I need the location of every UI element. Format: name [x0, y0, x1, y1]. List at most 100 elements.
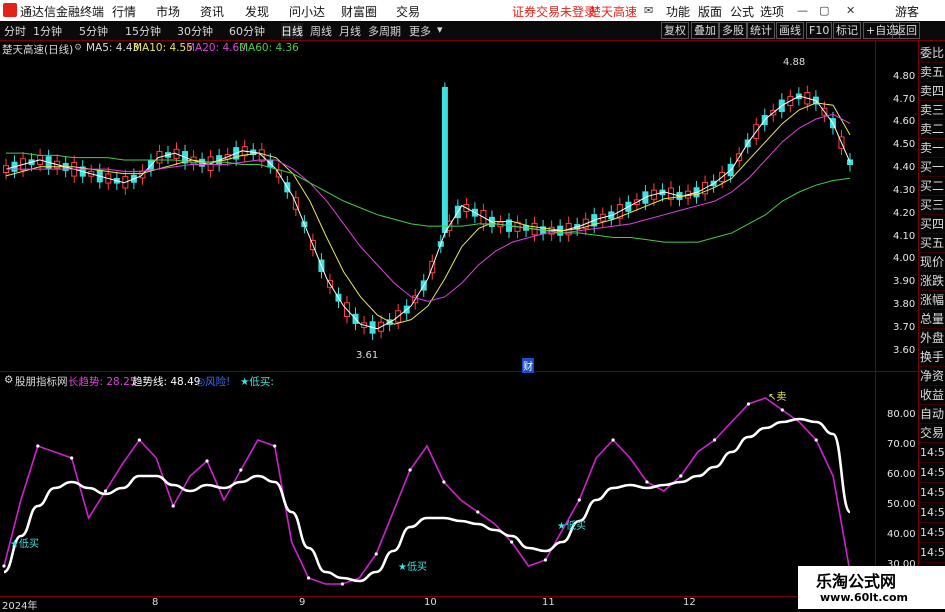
side-tab-16[interactable]: 换手 [919, 349, 945, 367]
long-trend-point [239, 468, 243, 472]
period-tab-30min[interactable]: 30分钟 [177, 23, 213, 39]
price-tick-label: 3.90 [893, 276, 916, 288]
watermark-title: 乐淘公式网 [816, 572, 897, 591]
side-tab-1[interactable]: 卖五 [919, 64, 945, 82]
price-tick-label: 4.60 [893, 116, 916, 128]
long-trend-point [2, 564, 6, 568]
ma20-line [6, 113, 851, 302]
price-tick-label: 4.80 [893, 70, 916, 82]
menu-formula[interactable]: 公式 [730, 3, 754, 20]
period-tab-5min[interactable]: 5分钟 [79, 23, 108, 39]
draw-button[interactable]: 画线 [776, 22, 804, 39]
user-label[interactable]: 游客 [895, 3, 919, 20]
side-tab-13[interactable]: 涨幅 [919, 292, 945, 310]
side-tab-12[interactable]: 涨跌 [919, 273, 945, 291]
period-tab-1min[interactable]: 1分钟 [33, 23, 62, 39]
menu-options[interactable]: 选项 [760, 3, 784, 20]
long-trend-point [408, 468, 412, 472]
long-trend-point [374, 552, 378, 556]
overlay-button[interactable]: 叠加 [691, 22, 719, 39]
side-tab-10[interactable]: 买五 [919, 235, 945, 253]
f10-button[interactable]: F10 [806, 22, 833, 39]
message-icon[interactable]: ✉ [644, 4, 653, 17]
restore-icon[interactable]: ▢ [819, 4, 829, 17]
menu-layout[interactable]: 版面 [698, 3, 722, 20]
period-tab-monthly[interactable]: 月线 [339, 23, 361, 39]
long-trend-point [442, 480, 446, 484]
date-label-oct: 10 [424, 597, 437, 608]
menu-discover[interactable]: 发现 [245, 3, 269, 20]
date-axis-line [0, 596, 919, 597]
side-tab-3[interactable]: 卖三 [919, 102, 945, 120]
side-tab-9[interactable]: 买四 [919, 216, 945, 234]
menu-wealth-circle[interactable]: 财富圈 [341, 3, 377, 20]
mark-button[interactable]: 标记 [833, 22, 861, 39]
menu-assistant[interactable]: 问小达 [289, 3, 325, 20]
long-trend-point [510, 540, 514, 544]
period-tab-intraday[interactable]: 分时 [4, 23, 26, 39]
stats-button[interactable]: 统计 [747, 22, 775, 39]
trade-status[interactable]: 证券交易未登录 [512, 3, 596, 20]
ma10-line [5, 102, 851, 325]
side-tab-18[interactable]: 收益 [919, 387, 945, 405]
stock-name-top: 楚天高速 [589, 5, 638, 19]
indicator-chart[interactable] [0, 386, 875, 596]
period-tab-multi[interactable]: 多周期 [368, 23, 401, 39]
low-buy-label-1: ★低买 [10, 539, 39, 550]
indicator-settings-icon[interactable]: ⚙ [4, 374, 13, 386]
back-button[interactable]: 返回 [892, 22, 920, 39]
menu-function[interactable]: 功能 [666, 3, 690, 20]
long-trend-point [171, 504, 175, 508]
period-tab-weekly[interactable]: 周线 [310, 23, 332, 39]
side-tab-8[interactable]: 买三 [919, 197, 945, 215]
date-label-dec: 12 [683, 597, 696, 608]
side-tab-14[interactable]: 总量 [919, 311, 945, 329]
low-buy-label-3: ★低买 [557, 521, 586, 532]
menu-trade[interactable]: 交易 [396, 3, 420, 20]
side-tab-4[interactable]: 卖二 [919, 121, 945, 139]
price-tick-label: 4.10 [893, 230, 916, 242]
price-tick-label: 4.70 [893, 93, 916, 105]
long-trend-point [713, 438, 717, 442]
side-tab-11[interactable]: 现价 [919, 254, 945, 272]
menu-market[interactable]: 市场 [156, 3, 180, 20]
menu-news[interactable]: 资讯 [200, 3, 224, 20]
ma5-line [5, 95, 851, 330]
side-tab-19[interactable]: 自动 [919, 406, 945, 424]
app-logo-icon [3, 3, 17, 17]
more-dropdown-icon[interactable]: ▾ [437, 23, 443, 36]
period-tab-15min[interactable]: 15分钟 [125, 23, 161, 39]
adjust-button[interactable]: 复权 [661, 22, 689, 39]
sell-label: ↖卖 [768, 392, 787, 403]
menu-quotes[interactable]: 行情 [112, 3, 136, 20]
side-tab-2[interactable]: 卖四 [919, 83, 945, 101]
app-title: 通达信金融终端 [20, 5, 105, 19]
minimize-icon[interactable]: — [797, 4, 808, 17]
period-tab-more[interactable]: 更多 [409, 23, 431, 39]
side-tab-20[interactable]: 交易 [919, 425, 945, 443]
long-trend-point [273, 444, 277, 448]
date-label-aug: 8 [152, 597, 159, 608]
side-tab-0[interactable]: 委比 [919, 45, 945, 63]
long-trend-point [645, 480, 649, 484]
side-tab-17[interactable]: 净资 [919, 368, 945, 386]
side-tab-7[interactable]: 买二 [919, 178, 945, 196]
multi-stock-button[interactable]: 多股 [719, 22, 747, 39]
period-tab-daily[interactable]: 日线 [281, 23, 303, 39]
close-icon[interactable]: ✕ [846, 4, 855, 17]
trend-line [3, 417, 852, 583]
date-label-year: 2024年 [2, 601, 38, 612]
long-trend-point [543, 558, 548, 562]
side-time-0: 14:56 [919, 444, 945, 463]
price-tick-label: 3.70 [893, 321, 916, 333]
side-time-1: 14:56 [919, 464, 945, 483]
side-tab-5[interactable]: 卖一 [919, 140, 945, 158]
period-tab-60min[interactable]: 60分钟 [229, 23, 265, 39]
side-tab-6[interactable]: 买一 [919, 159, 945, 177]
candlestick-chart[interactable] [0, 41, 875, 371]
finance-marker[interactable]: 财 [522, 358, 534, 373]
side-tab-15[interactable]: 外盘 [919, 330, 945, 348]
indicator-tick-label: 40.00 [887, 529, 916, 540]
low-price-label: 3.61 [356, 350, 379, 361]
indicator-tick-label: 70.00 [887, 439, 916, 450]
